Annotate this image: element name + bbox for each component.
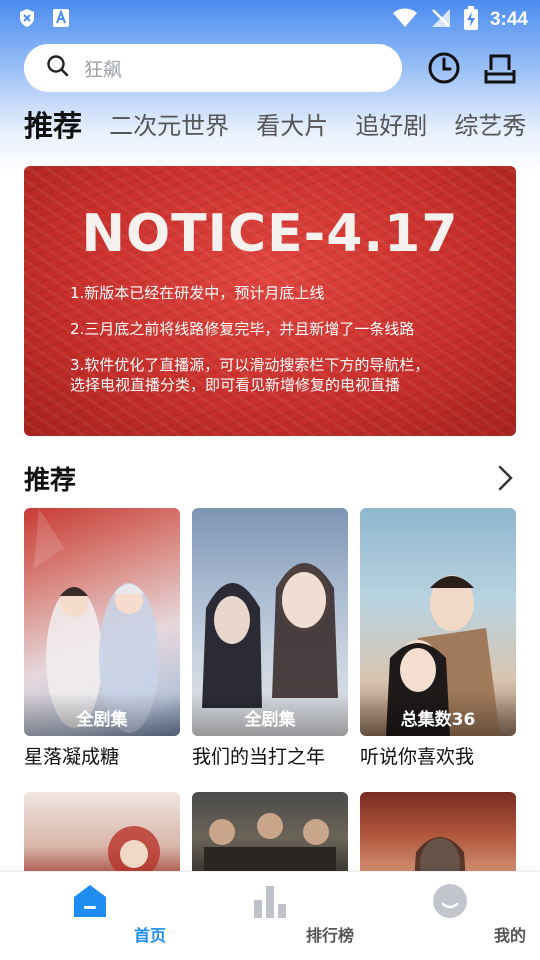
history-clock-icon <box>426 52 462 90</box>
tab-label: 二次元世界 <box>109 112 230 140</box>
video-card[interactable] <box>24 792 180 882</box>
shield-icon <box>18 8 36 32</box>
banner-line-1: 1.新版本已经在研发中，预计月底上线 <box>70 284 325 302</box>
video-card[interactable]: 全剧集 星落凝成糖 <box>24 508 180 769</box>
search-icon <box>46 54 70 82</box>
wifi-icon <box>392 8 418 32</box>
chevron-right-icon <box>494 465 516 496</box>
battery-charging-icon <box>463 6 478 34</box>
history-button[interactable] <box>426 50 462 86</box>
nav-ranking[interactable]: 排行榜 <box>210 872 354 960</box>
nav-profile[interactable]: 我的 <box>390 872 526 960</box>
no-signal-icon <box>430 7 452 33</box>
video-card[interactable] <box>192 792 348 882</box>
home-icon <box>72 883 108 923</box>
poster-image: 总集数36 <box>360 508 516 736</box>
section-title: 推荐 <box>24 466 77 496</box>
episode-badge: 全剧集 <box>24 692 180 736</box>
nav-label: 排行榜 <box>305 926 354 945</box>
tab-dramas[interactable]: 追好剧 <box>355 106 427 146</box>
download-button[interactable] <box>482 50 518 86</box>
status-time: 3:44 <box>489 9 528 30</box>
tab-label: 推荐 <box>24 109 83 143</box>
notice-banner[interactable]: NOTICE-4.17 1.新版本已经在研发中，预计月底上线 2.三月底之前将线… <box>24 166 516 436</box>
poster-image: 全剧集 <box>192 508 348 736</box>
nav-label: 我的 <box>493 926 526 945</box>
nav-home[interactable]: 首页 <box>30 872 166 960</box>
episode-badge: 总集数36 <box>360 692 516 736</box>
a-app-icon <box>52 8 70 32</box>
bottom-navigation: 首页 排行榜 我的 <box>0 871 540 960</box>
tab-movies[interactable]: 看大片 <box>256 106 328 146</box>
banner-line-3: 3.软件优化了直播源，可以滑动搜索栏下方的导航栏， <box>70 356 430 374</box>
card-title: 听说你喜欢我 <box>360 746 475 768</box>
tab-recommend[interactable]: 推荐 <box>24 106 82 146</box>
category-tabs: 推荐 二次元世界 看大片 追好剧 综艺秀 <box>24 106 540 154</box>
status-bar: 3:44 <box>0 0 540 36</box>
search-placeholder: 狂飙 <box>84 58 123 81</box>
tab-anime[interactable]: 二次元世界 <box>109 106 229 146</box>
card-title: 我们的当打之年 <box>192 746 326 768</box>
video-card[interactable]: 总集数36 听说你喜欢我 <box>360 508 516 769</box>
nav-label: 首页 <box>133 926 166 945</box>
banner-title: NOTICE-4.17 <box>81 204 459 264</box>
video-card[interactable]: 全剧集 我们的当打之年 <box>192 508 348 769</box>
tab-label: 综艺秀 <box>454 112 527 140</box>
tab-variety[interactable]: 综艺秀 <box>454 106 526 146</box>
download-tray-icon <box>482 54 518 90</box>
profile-face-icon <box>432 883 468 923</box>
banner-line-4: 选择电视直播分类，即可看见新增修复的电视直播 <box>70 376 401 394</box>
poster-image: 全剧集 <box>24 508 180 736</box>
episode-badge: 全剧集 <box>192 692 348 736</box>
tab-label: 看大片 <box>256 112 329 140</box>
search-input[interactable]: 狂飙 <box>24 44 402 92</box>
card-title: 星落凝成糖 <box>24 746 120 768</box>
ranking-bars-icon <box>252 884 288 922</box>
active-tab-indicator <box>38 146 72 154</box>
banner-line-2: 2.三月底之前将线路修复完毕，并且新增了一条线路 <box>70 320 415 338</box>
video-card[interactable] <box>360 792 516 882</box>
tab-label: 追好剧 <box>355 112 428 140</box>
section-more-button[interactable] <box>494 464 516 492</box>
